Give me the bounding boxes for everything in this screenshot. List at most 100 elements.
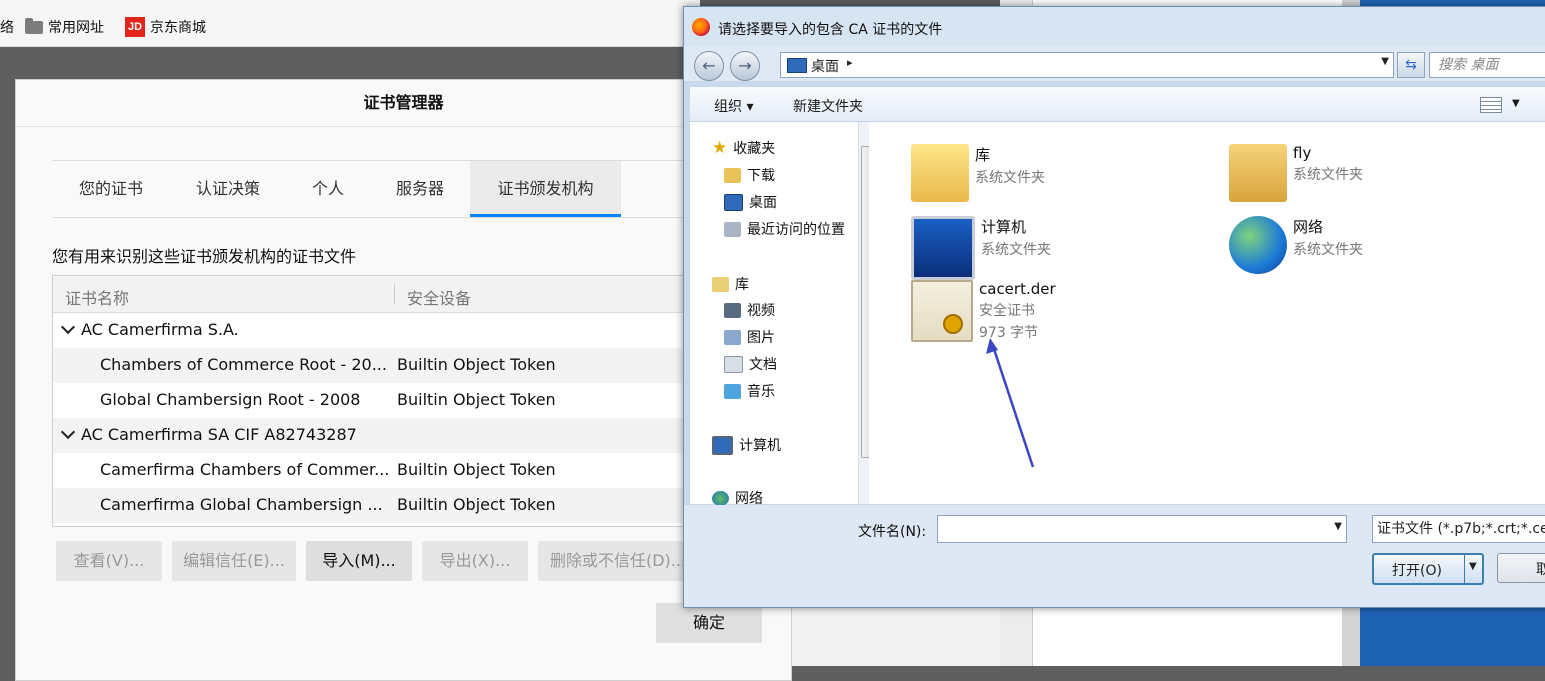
file-item-library[interactable]: 库系统文件夹: [911, 144, 1045, 202]
import-button[interactable]: 导入(M)...: [306, 541, 412, 581]
split-divider: [1464, 555, 1465, 583]
computer-icon: [712, 435, 733, 455]
bookmark-label: 常用网址: [48, 20, 104, 36]
table-row[interactable]: Camerfirma Chambers of Commer... Builtin…: [53, 453, 713, 488]
pictures-icon: [724, 329, 741, 345]
certificate-file-icon: [911, 280, 973, 342]
computer-icon: [911, 216, 975, 280]
library-folder-icon: [911, 144, 969, 202]
video-icon: [724, 302, 741, 318]
nav-pictures[interactable]: 图片: [724, 327, 775, 347]
tab-description: 您有用来识别这些证书颁发机构的证书文件: [52, 247, 357, 266]
folder-icon: [25, 17, 43, 34]
network-globe-icon: [1229, 216, 1287, 274]
tab-people[interactable]: 个人: [286, 161, 370, 217]
file-item-network[interactable]: 网络 系统文件夹: [1229, 216, 1363, 274]
desktop-icon: [724, 193, 743, 211]
column-certificate-name[interactable]: 证书名称: [65, 285, 129, 309]
star-icon: ★: [712, 137, 728, 158]
view-button[interactable]: 查看(V)...: [56, 541, 162, 581]
music-icon: [724, 383, 741, 399]
organize-menu[interactable]: 组织 ▾: [714, 96, 753, 116]
downloads-folder-icon: [724, 167, 741, 183]
table-header: 证书名称 安全设备: [53, 276, 713, 313]
jd-logo-icon: JD: [125, 17, 145, 37]
bookmark-bar: 络 常用网址 JD 京东商城: [0, 0, 700, 47]
nav-recent-places[interactable]: 最近访问的位置: [724, 219, 845, 239]
certificate-manager-dialog: 证书管理器 您的证书 认证决策 个人 服务器 证书颁发机构 您有用来识别这些证书…: [15, 79, 792, 681]
dialog-title: 证书管理器: [16, 80, 791, 127]
firefox-icon: [692, 18, 710, 36]
dropdown-arrow-icon[interactable]: ▼: [1469, 561, 1477, 572]
column-security-device[interactable]: 安全设备: [407, 285, 471, 309]
dialog-title: 请选择要导入的包含 CA 证书的文件: [718, 22, 943, 38]
table-row[interactable]: Global Chambersign Root - 2008 Builtin O…: [53, 383, 713, 418]
export-button[interactable]: 导出(X)...: [422, 541, 528, 581]
column-separator: [394, 284, 395, 304]
nav-computer[interactable]: 计算机: [712, 435, 781, 455]
recent-places-icon: [724, 221, 741, 237]
toolbar: 组织 ▾ 新建文件夹 ▼: [690, 87, 1545, 122]
bookmark-partial[interactable]: 络: [0, 17, 14, 37]
address-bar[interactable]: 桌面 ▸ ▼: [780, 52, 1394, 78]
network-icon: [712, 490, 729, 506]
table-row-group[interactable]: AC Camerfirma S.A.: [53, 313, 713, 348]
file-type-filter[interactable]: 证书文件 (*.p7b;*.crt;*.cer: [1372, 515, 1545, 543]
ok-button[interactable]: 确定: [656, 603, 762, 643]
search-input[interactable]: 搜索 桌面: [1429, 52, 1545, 78]
documents-icon: [724, 355, 743, 373]
bookmark-jd[interactable]: JD 京东商城: [125, 17, 206, 37]
navigation-pane: ★ 收藏夹 下载 桌面 最近访问的位置 库 视频 图片 文档 音乐 计算机 网络: [690, 122, 875, 507]
tab-authentication-decisions[interactable]: 认证决策: [170, 161, 286, 217]
address-segment[interactable]: 桌面: [811, 56, 839, 76]
refresh-icon: ⇆: [1405, 57, 1417, 73]
filename-label: 文件名(N):: [858, 524, 927, 540]
forward-button[interactable]: →: [730, 51, 760, 81]
bookmark-common-sites[interactable]: 常用网址: [25, 17, 104, 37]
breadcrumb-arrow-icon[interactable]: ▸: [847, 56, 853, 69]
nav-favorites[interactable]: ★ 收藏夹: [712, 138, 775, 158]
chevron-down-icon[interactable]: [60, 424, 76, 440]
refresh-button[interactable]: ⇆: [1397, 52, 1425, 78]
dropdown-arrow-icon[interactable]: ▼: [1381, 56, 1389, 67]
open-button[interactable]: 打开(O) ▼: [1372, 553, 1484, 585]
desktop-icon: [787, 58, 807, 73]
dialog-footer: 文件名(N): ▼ 证书文件 (*.p7b;*.crt;*.cer 打开(O) …: [684, 505, 1545, 607]
view-dropdown-icon[interactable]: ▼: [1512, 98, 1520, 109]
filename-input[interactable]: ▼: [937, 515, 1347, 543]
certificate-table: 证书名称 安全设备 AC Camerfirma S.A. Chambers of…: [52, 275, 714, 527]
tab-servers[interactable]: 服务器: [370, 161, 470, 217]
nav-desktop[interactable]: 桌面: [724, 192, 777, 212]
table-row-group[interactable]: AC Camerfirma SA CIF A82743287: [53, 418, 713, 453]
nav-videos[interactable]: 视频: [724, 300, 775, 320]
file-item-cacert[interactable]: cacert.der 安全证书 973 字节: [911, 280, 1056, 342]
arrow-right-icon: →: [738, 56, 752, 75]
bookmark-label: 京东商城: [150, 20, 206, 36]
user-folder-icon: [1229, 144, 1287, 202]
table-row[interactable]: Camerfirma Global Chambersign ... Builti…: [53, 488, 713, 523]
library-icon: [712, 276, 729, 292]
chevron-down-icon[interactable]: [60, 319, 76, 335]
navigation-bar: ← → 桌面 ▸ ▼ ⇆ 搜索 桌面: [684, 47, 1545, 81]
edit-trust-button[interactable]: 编辑信任(E)...: [172, 541, 296, 581]
tab-bar: 您的证书 认证决策 个人 服务器 证书颁发机构: [52, 160, 791, 218]
back-button[interactable]: ←: [694, 51, 724, 81]
new-folder-button[interactable]: 新建文件夹: [793, 96, 863, 116]
tab-authorities[interactable]: 证书颁发机构: [470, 161, 621, 217]
nav-documents[interactable]: 文档: [724, 354, 777, 374]
file-item-user[interactable]: fly 系统文件夹: [1229, 144, 1363, 202]
table-row[interactable]: Chambers of Commerce Root - 20... Builti…: [53, 348, 713, 383]
file-item-computer[interactable]: 计算机 系统文件夹: [911, 216, 1051, 280]
nav-libraries[interactable]: 库: [712, 274, 749, 294]
nav-music[interactable]: 音乐: [724, 381, 775, 401]
delete-distrust-button[interactable]: 删除或不信任(D)...: [538, 541, 698, 581]
view-options-icon[interactable]: [1480, 97, 1502, 113]
file-open-dialog: 请选择要导入的包含 CA 证书的文件 ← → 桌面 ▸ ▼ ⇆ 搜索 桌面 组织…: [683, 6, 1545, 608]
nav-downloads[interactable]: 下载: [724, 165, 775, 185]
dropdown-arrow-icon[interactable]: ▼: [1334, 521, 1342, 532]
tab-your-certificates[interactable]: 您的证书: [52, 161, 170, 217]
file-list: 库系统文件夹 fly 系统文件夹 计算机 系统文件夹 网络 系统文件夹 cacert.…: [869, 122, 1545, 504]
cancel-button[interactable]: 取: [1497, 553, 1545, 583]
dialog-titlebar[interactable]: 请选择要导入的包含 CA 证书的文件: [684, 7, 1545, 47]
arrow-left-icon: ←: [702, 56, 716, 75]
